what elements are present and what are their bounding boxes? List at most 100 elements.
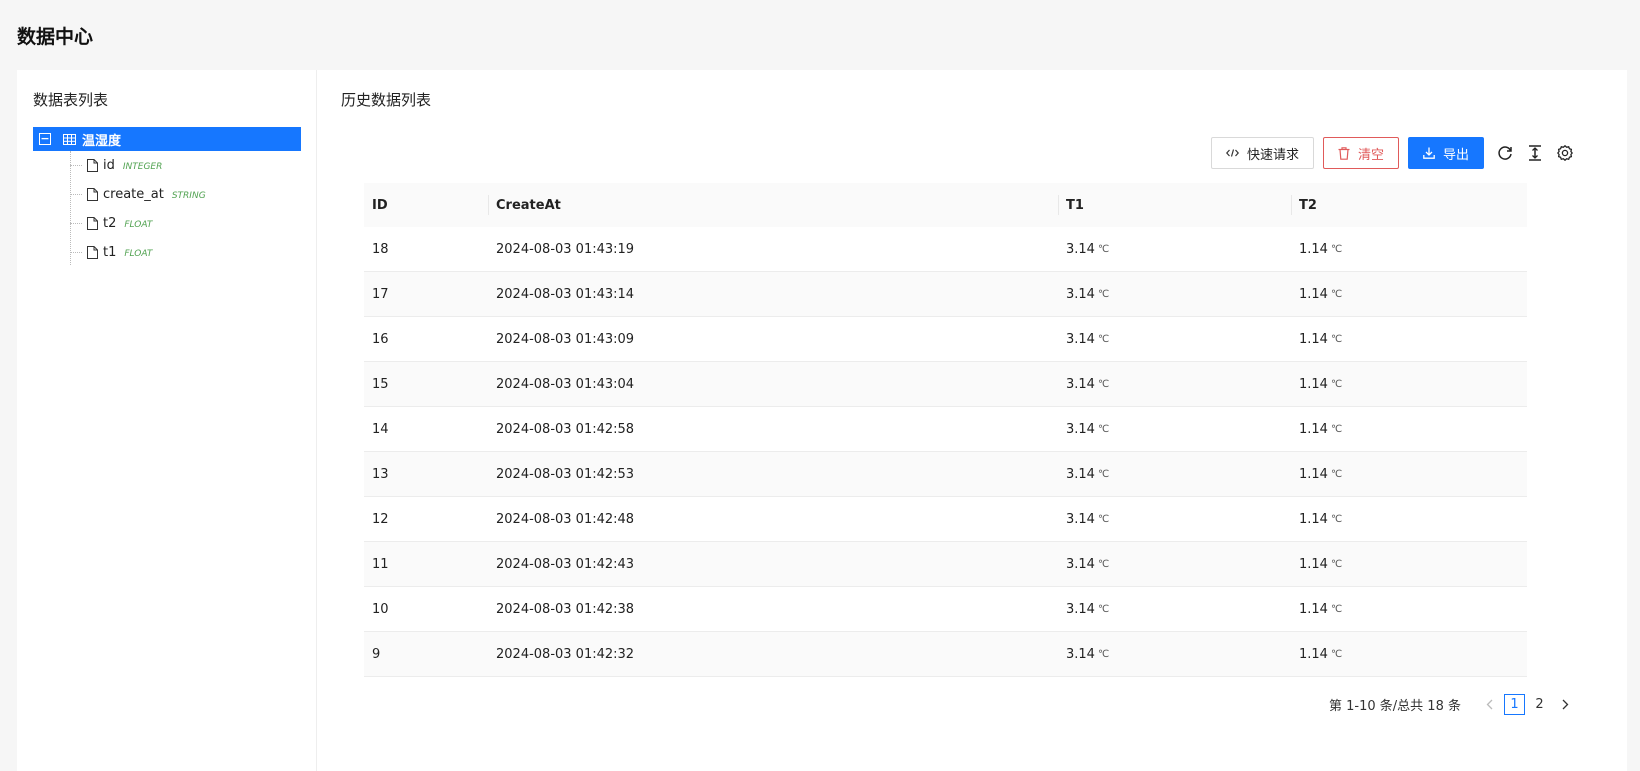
cell-t1: 3.14 ℃ <box>1058 317 1291 362</box>
cell-id: 11 <box>372 556 389 572</box>
collapse-icon[interactable]: − <box>39 133 51 145</box>
t2-value: 1.14 <box>1299 331 1328 347</box>
cell-t1: 3.14 ℃ <box>1058 632 1291 677</box>
t1-value: 3.14 <box>1066 421 1095 437</box>
cell-create-at: 2024-08-03 01:42:58 <box>496 421 635 437</box>
cell-t1: 3.14 ℃ <box>1058 407 1291 452</box>
cell-create-at: 2024-08-03 01:43:04 <box>496 376 635 392</box>
table-row[interactable]: 13 2024-08-03 01:42:53 3.14 ℃ 1.14 ℃ <box>364 452 1527 497</box>
unit-label: ℃ <box>1097 334 1110 345</box>
t1-value: 3.14 <box>1066 286 1095 302</box>
unit-label: ℃ <box>1097 244 1110 255</box>
cell-id: 13 <box>372 466 389 482</box>
field-type: STRING <box>171 190 206 201</box>
unit-label: ℃ <box>1097 514 1110 525</box>
column-header-createat[interactable]: CreateAt <box>488 183 1058 227</box>
t1-value: 3.14 <box>1066 466 1095 482</box>
page-1-button[interactable]: 1 <box>1504 694 1525 715</box>
table-row[interactable]: 16 2024-08-03 01:43:09 3.14 ℃ 1.14 ℃ <box>364 317 1527 362</box>
file-icon <box>87 217 98 230</box>
tree-node-root[interactable]: − 温湿度 <box>33 127 301 151</box>
unit-label: ℃ <box>1097 559 1110 570</box>
t1-value: 3.14 <box>1066 241 1095 257</box>
cell-t2: 1.14 ℃ <box>1291 317 1527 362</box>
cell-t1: 3.14 ℃ <box>1058 587 1291 632</box>
cell-id: 10 <box>372 601 389 617</box>
unit-label: ℃ <box>1330 244 1343 255</box>
cell-create-at: 2024-08-03 01:42:53 <box>496 466 635 482</box>
unit-label: ℃ <box>1330 334 1343 345</box>
column-header-id[interactable]: ID <box>364 183 488 227</box>
unit-label: ℃ <box>1330 604 1343 615</box>
unit-label: ℃ <box>1330 559 1343 570</box>
column-header-t1[interactable]: T1 <box>1058 183 1291 227</box>
table-row[interactable]: 17 2024-08-03 01:43:14 3.14 ℃ 1.14 ℃ <box>364 272 1527 317</box>
refresh-icon[interactable] <box>1496 144 1514 162</box>
cell-t2: 1.14 ℃ <box>1291 542 1527 587</box>
column-header-t2[interactable]: T2 <box>1291 183 1527 227</box>
table-row[interactable]: 9 2024-08-03 01:42:32 3.14 ℃ 1.14 ℃ <box>364 632 1527 677</box>
file-icon <box>87 159 98 172</box>
field-name: create_at <box>103 187 164 202</box>
sidebar: 数据表列表 − 温湿度 id INTEGER create_at STRING … <box>17 70 317 771</box>
cell-t2: 1.14 ℃ <box>1291 362 1527 407</box>
cell-t2: 1.14 ℃ <box>1291 407 1527 452</box>
cell-t1: 3.14 ℃ <box>1058 497 1291 542</box>
table-icon <box>63 133 76 145</box>
cell-t1: 3.14 ℃ <box>1058 542 1291 587</box>
cell-id: 17 <box>372 286 389 302</box>
unit-label: ℃ <box>1330 424 1343 435</box>
table-row[interactable]: 10 2024-08-03 01:42:38 3.14 ℃ 1.14 ℃ <box>364 587 1527 632</box>
next-page-icon[interactable] <box>1554 694 1575 715</box>
field-name: t1 <box>103 245 117 260</box>
export-label: 导出 <box>1442 147 1469 163</box>
cell-t1: 3.14 ℃ <box>1058 452 1291 497</box>
t2-value: 1.14 <box>1299 646 1328 662</box>
tree-node-field[interactable]: create_at STRING <box>69 180 301 209</box>
file-icon <box>87 188 98 201</box>
settings-icon[interactable] <box>1556 144 1574 162</box>
t2-value: 1.14 <box>1299 556 1328 572</box>
cell-create-at: 2024-08-03 01:42:43 <box>496 556 635 572</box>
column-height-icon[interactable] <box>1526 144 1544 162</box>
tree-node-field[interactable]: t2 FLOAT <box>69 209 301 238</box>
export-button[interactable]: 导出 <box>1407 137 1484 169</box>
history-table: ID CreateAt T1 T2 18 2024-08-03 01:43:19 3… <box>364 183 1527 677</box>
table-row[interactable]: 12 2024-08-03 01:42:48 3.14 ℃ 1.14 ℃ <box>364 497 1527 542</box>
table-row[interactable]: 14 2024-08-03 01:42:58 3.14 ℃ 1.14 ℃ <box>364 407 1527 452</box>
file-icon <box>87 246 98 259</box>
cell-t2: 1.14 ℃ <box>1291 587 1527 632</box>
cell-t1: 3.14 ℃ <box>1058 362 1291 407</box>
clear-button[interactable]: 清空 <box>1322 137 1399 169</box>
table-body: 18 2024-08-03 01:43:19 3.14 ℃ 1.14 ℃ 17 2024-08… <box>364 227 1527 677</box>
code-icon <box>1225 148 1239 158</box>
table-header: ID CreateAt T1 T2 <box>364 183 1527 227</box>
pagination-summary: 第 1-10 条/总共 18 条 <box>1329 699 1461 714</box>
cell-create-at: 2024-08-03 01:42:38 <box>496 601 635 617</box>
field-name: id <box>103 158 115 173</box>
prev-page-icon[interactable] <box>1479 694 1500 715</box>
t1-value: 3.14 <box>1066 601 1095 617</box>
tree-node-field[interactable]: t1 FLOAT <box>69 238 301 267</box>
cell-t2: 1.14 ℃ <box>1291 272 1527 317</box>
table-row[interactable]: 18 2024-08-03 01:43:19 3.14 ℃ 1.14 ℃ <box>364 227 1527 272</box>
cell-create-at: 2024-08-03 01:43:14 <box>496 286 635 302</box>
cell-id: 16 <box>372 331 389 347</box>
cell-t2: 1.14 ℃ <box>1291 632 1527 677</box>
t1-value: 3.14 <box>1066 511 1095 527</box>
trash-icon <box>1338 146 1350 160</box>
page-2-button[interactable]: 2 <box>1529 694 1550 715</box>
t2-value: 1.14 <box>1299 466 1328 482</box>
unit-label: ℃ <box>1097 424 1110 435</box>
table-row[interactable]: 15 2024-08-03 01:43:04 3.14 ℃ 1.14 ℃ <box>364 362 1527 407</box>
t2-value: 1.14 <box>1299 421 1328 437</box>
quick-request-button[interactable]: 快速请求 <box>1210 137 1314 169</box>
tree-node-field[interactable]: id INTEGER <box>69 151 301 180</box>
unit-label: ℃ <box>1330 379 1343 390</box>
unit-label: ℃ <box>1330 514 1343 525</box>
cell-t1: 3.14 ℃ <box>1058 272 1291 317</box>
cell-create-at: 2024-08-03 01:42:32 <box>496 646 635 662</box>
field-type: FLOAT <box>124 248 153 259</box>
t2-value: 1.14 <box>1299 241 1328 257</box>
table-row[interactable]: 11 2024-08-03 01:42:43 3.14 ℃ 1.14 ℃ <box>364 542 1527 587</box>
